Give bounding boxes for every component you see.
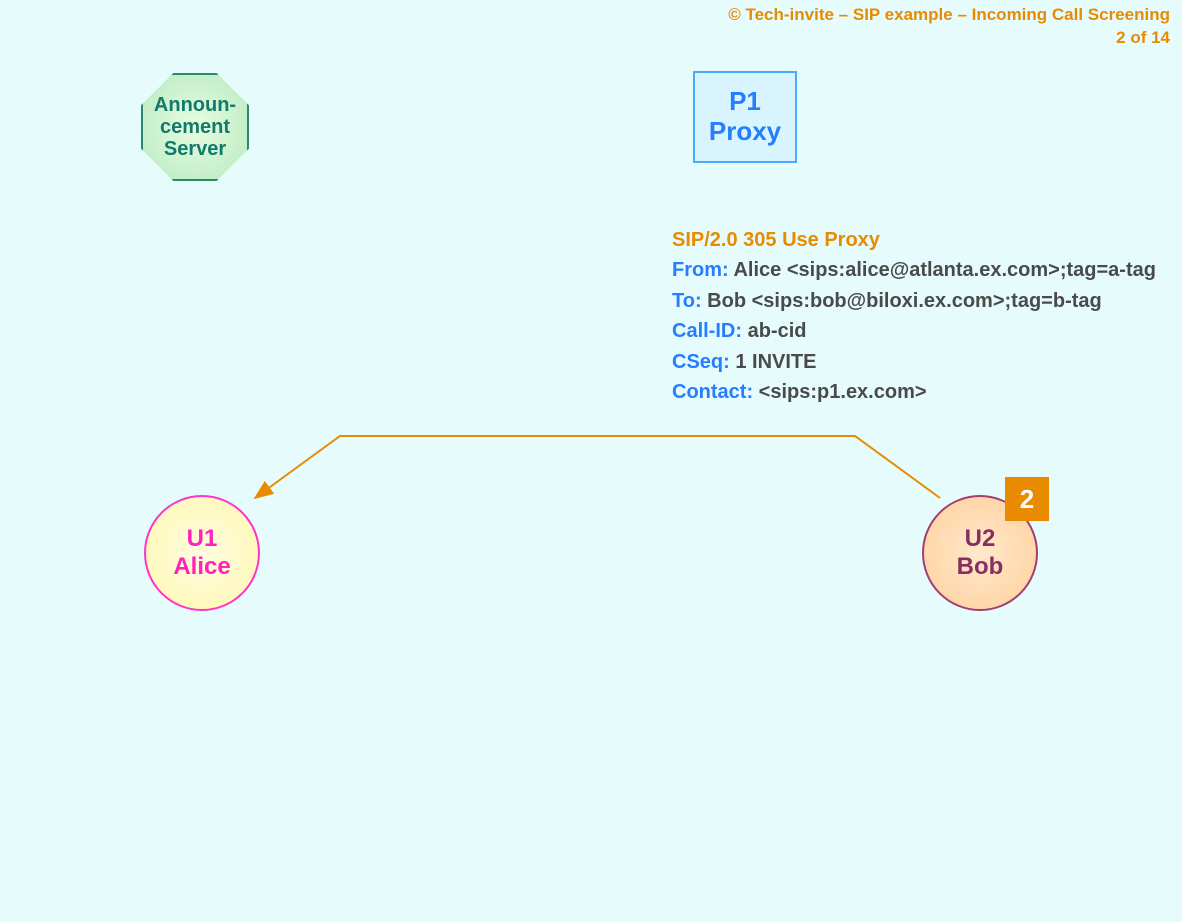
page-header: © Tech-invite – SIP example – Incoming C…	[728, 4, 1170, 50]
sip-message-block: SIP/2.0 305 Use Proxy From: Alice <sips:…	[672, 225, 1156, 407]
announcement-server-line2: cement	[160, 116, 230, 138]
u1-line2: Alice	[173, 553, 230, 580]
sip-header-name: CSeq	[672, 351, 723, 373]
sip-header-value: Alice <sips:alice@atlanta.ex.com>;tag=a-…	[729, 259, 1156, 281]
sip-header-name: To	[672, 290, 695, 312]
sip-header-from: From: Alice <sips:alice@atlanta.ex.com>;…	[672, 255, 1156, 285]
u1-line1: U1	[187, 525, 218, 552]
sip-header-value: <sips:p1.ex.com>	[753, 381, 926, 403]
sip-header-name: From	[672, 259, 722, 281]
node-u1-alice: U1 Alice	[144, 495, 260, 611]
header-page-count: 2 of 14	[728, 27, 1170, 50]
announcement-server-line1: Announ-	[154, 94, 236, 116]
sip-status-line: SIP/2.0 305 Use Proxy	[672, 225, 1156, 255]
node-p1-proxy: P1 Proxy	[693, 71, 797, 163]
u2-line1: U2	[965, 525, 996, 552]
announcement-server-line3: Server	[164, 138, 226, 160]
sip-header-value: Bob <sips:bob@biloxi.ex.com>;tag=b-tag	[702, 290, 1102, 312]
sip-header-name: Contact	[672, 381, 746, 403]
sip-header-to: To: Bob <sips:bob@biloxi.ex.com>;tag=b-t…	[672, 286, 1156, 316]
step-number: 2	[1020, 484, 1034, 515]
sip-header-callid: Call-ID: ab-cid	[672, 316, 1156, 346]
sip-header-value: 1 INVITE	[730, 351, 817, 373]
sip-header-value: ab-cid	[742, 320, 806, 342]
sip-header-cseq: CSeq: 1 INVITE	[672, 347, 1156, 377]
sip-header-name: Call-ID	[672, 320, 735, 342]
p1-proxy-line1: P1	[729, 86, 761, 116]
p1-proxy-line2: Proxy	[709, 116, 781, 146]
sip-header-contact: Contact: <sips:p1.ex.com>	[672, 377, 1156, 407]
node-announcement-server: Announ- cement Server	[141, 73, 249, 181]
header-title: © Tech-invite – SIP example – Incoming C…	[728, 4, 1170, 27]
u2-line2: Bob	[957, 553, 1004, 580]
step-badge: 2	[1005, 477, 1049, 521]
